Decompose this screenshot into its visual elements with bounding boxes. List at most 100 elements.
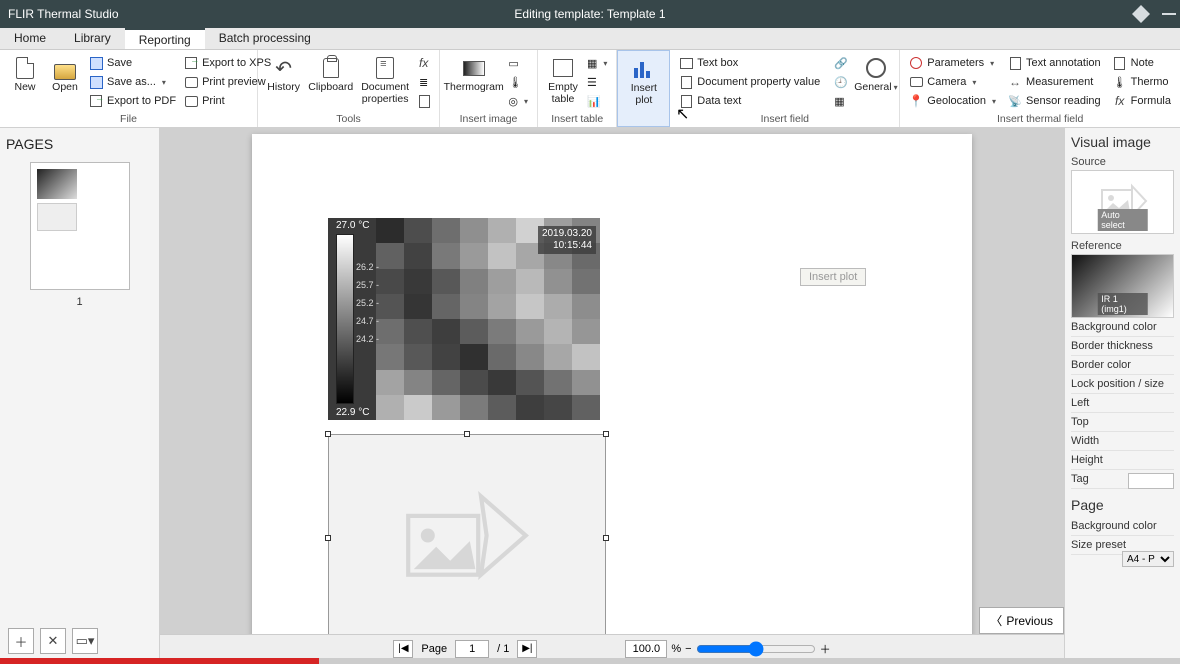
prop-page-bg[interactable]: Background color xyxy=(1071,517,1174,536)
report-page[interactable]: 27.0 °C 22.9 °C 26.2 -25.7 -25.2 -24.7 -… xyxy=(252,134,972,634)
ribbon-group-file: New Open Save Save as...▾ Export to PDF … xyxy=(0,50,258,127)
pages-panel: PAGES 1 ＋ ✕ ▭▾ xyxy=(0,128,160,662)
formula-button[interactable]: fxFormula xyxy=(1110,92,1174,110)
page-options-button[interactable]: ▭▾ xyxy=(72,628,98,654)
image-opt1[interactable]: ▭ xyxy=(505,54,531,72)
data-text-button[interactable]: Data text xyxy=(676,92,823,110)
camera-button[interactable]: Camera▾ xyxy=(906,73,999,91)
save-as-button[interactable]: Save as...▾ xyxy=(86,73,179,91)
table-opt1[interactable]: ▦▾ xyxy=(584,54,610,72)
zoom-in-button[interactable]: ＋ xyxy=(820,641,831,657)
thermal-image[interactable]: 27.0 °C 22.9 °C 26.2 -25.7 -25.2 -24.7 -… xyxy=(328,218,600,420)
doc-prop-icon xyxy=(681,76,692,89)
source-preview[interactable]: Auto select xyxy=(1071,170,1174,234)
reference-preview[interactable]: IR 1 (img1) xyxy=(1071,254,1174,318)
print-preview-icon xyxy=(185,77,198,88)
add-page-button[interactable]: ＋ xyxy=(8,628,34,654)
history-button[interactable]: ↶ History xyxy=(264,54,303,96)
empty-table-button[interactable]: Empty table xyxy=(544,54,582,107)
parameters-icon xyxy=(910,57,922,69)
video-progress[interactable] xyxy=(0,658,1180,664)
tab-home[interactable]: Home xyxy=(0,28,60,49)
doc-title: Editing template: Template 1 xyxy=(514,7,665,21)
plot-icon xyxy=(634,60,654,78)
note-field-button[interactable]: Note xyxy=(1110,54,1174,72)
properties-title: Visual image xyxy=(1071,134,1174,150)
tab-reporting[interactable]: Reporting xyxy=(125,28,205,49)
tab-library[interactable]: Library xyxy=(60,28,125,49)
zoom-slider[interactable] xyxy=(696,640,816,658)
open-button[interactable]: Open xyxy=(46,54,84,96)
measurement-button[interactable]: ↔Measurement xyxy=(1005,73,1104,91)
prop-size-preset[interactable]: Size presetA4 - P xyxy=(1071,536,1174,555)
thermogram-button[interactable]: Thermogram xyxy=(446,54,501,96)
prop-left[interactable]: Left xyxy=(1071,394,1174,413)
zoom-pct: % xyxy=(671,643,681,655)
last-page-button[interactable]: ▶| xyxy=(517,640,537,658)
image-opt3[interactable]: ◎▾ xyxy=(505,92,531,110)
prop-width[interactable]: Width xyxy=(1071,432,1174,451)
table-opt3[interactable]: 📊 xyxy=(584,92,610,110)
stamp-button[interactable]: 🕘 xyxy=(831,73,851,91)
sensor-icon: 📡 xyxy=(1008,95,1022,108)
zoom-input[interactable] xyxy=(625,640,667,658)
page-thumbnail[interactable] xyxy=(30,162,130,290)
auto-select-badge: Auto select xyxy=(1097,209,1148,231)
image-icon: ▭ xyxy=(508,57,518,70)
ribbon-group-insert-thermal: Parameters▾ Camera▾ 📍Geolocation▾ Text a… xyxy=(900,50,1180,127)
zoom-out-button[interactable]: − xyxy=(685,643,691,655)
note-icon xyxy=(1114,57,1125,70)
grid-icon: ▦ xyxy=(834,95,844,108)
thermo-icon: 🌡 xyxy=(1113,76,1127,89)
note-button[interactable] xyxy=(416,92,433,110)
image-opt2[interactable]: 🌡 xyxy=(505,73,531,91)
save-button[interactable]: Save xyxy=(86,54,179,72)
tab-batch[interactable]: Batch processing xyxy=(205,28,325,49)
geolocation-button[interactable]: 📍Geolocation▾ xyxy=(906,92,999,110)
insert-plot-tooltip: Insert plot xyxy=(800,268,866,286)
prop-border-color[interactable]: Border color xyxy=(1071,356,1174,375)
document-properties-button[interactable]: Document properties xyxy=(358,54,412,107)
table-opt2[interactable]: ☰ xyxy=(584,73,610,91)
prop-top[interactable]: Top xyxy=(1071,413,1174,432)
clipboard-button[interactable]: Clipboard xyxy=(305,54,356,96)
thermo-button[interactable]: 🌡Thermo xyxy=(1110,73,1174,91)
prop-lock[interactable]: Lock position / size xyxy=(1071,375,1174,394)
prop-bg-color[interactable]: Background color xyxy=(1071,318,1174,337)
tag-input[interactable] xyxy=(1128,473,1174,489)
doc-property-value-button[interactable]: Document property value xyxy=(676,73,823,91)
visual-image-placeholder[interactable] xyxy=(328,434,606,634)
general-button[interactable]: General▾ xyxy=(857,54,895,96)
link-button[interactable]: 🔗 xyxy=(831,54,851,72)
fx-icon: fx xyxy=(419,56,428,70)
minimize-button[interactable] xyxy=(1162,13,1176,15)
insert-plot-button[interactable]: Insert plot xyxy=(624,55,663,108)
new-button[interactable]: New xyxy=(6,54,44,96)
sensor-reading-button[interactable]: 📡Sensor reading xyxy=(1005,92,1104,110)
prop-border-thickness[interactable]: Border thickness xyxy=(1071,337,1174,356)
fx-button[interactable]: fx xyxy=(416,54,433,72)
prop-height[interactable]: Height xyxy=(1071,451,1174,470)
page-label: Page xyxy=(421,643,447,655)
palette-ticks: 26.2 -25.7 -25.2 -24.7 -24.2 - xyxy=(356,258,379,348)
timestamp-overlay: 2019.03.2010:15:44 xyxy=(538,226,596,254)
ribbon-group-insert-plot: Insert plot xyxy=(617,50,670,127)
text-box-button[interactable]: Text box xyxy=(676,54,823,72)
export-pdf-button[interactable]: Export to PDF xyxy=(86,92,179,110)
text-annotation-button[interactable]: Text annotation xyxy=(1005,54,1104,72)
delete-page-button[interactable]: ✕ xyxy=(40,628,66,654)
list-icon: ≣ xyxy=(419,76,428,89)
textbox-icon xyxy=(680,58,693,69)
table-icon xyxy=(553,59,573,77)
list-button[interactable]: ≣ xyxy=(416,73,433,91)
temp-max: 27.0 °C xyxy=(336,220,369,231)
first-page-button[interactable]: |◀ xyxy=(393,640,413,658)
previous-button[interactable]: 〈Previous xyxy=(979,607,1064,634)
brand-icon xyxy=(1132,5,1150,23)
page-number-input[interactable] xyxy=(455,640,489,658)
parameters-button[interactable]: Parameters▾ xyxy=(906,54,999,72)
properties-icon xyxy=(376,57,394,79)
grid-button[interactable]: ▦ xyxy=(831,92,851,110)
size-preset-select[interactable]: A4 - P xyxy=(1122,551,1174,567)
prop-tag[interactable]: Tag xyxy=(1071,470,1174,489)
